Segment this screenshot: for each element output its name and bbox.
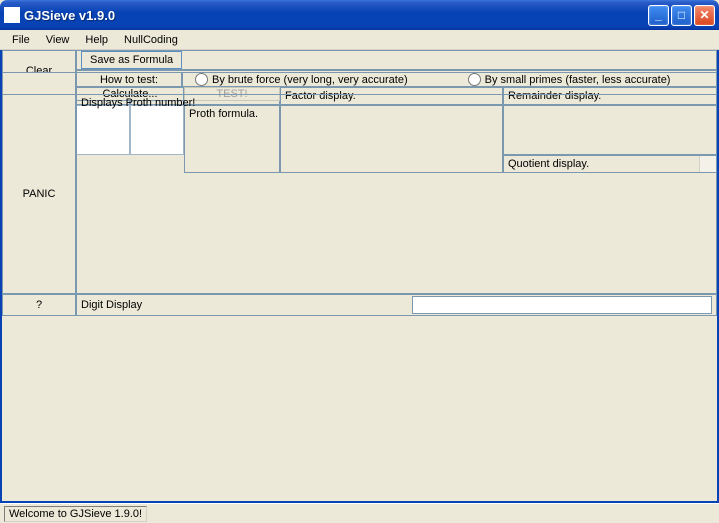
close-button[interactable]: ✕: [694, 5, 715, 26]
app-icon: [4, 7, 20, 23]
quotient-display-box: Quotient display.: [503, 155, 717, 173]
window-controls: _ □ ✕: [648, 5, 715, 26]
status-welcome: Welcome to GJSieve 1.9.0!: [4, 506, 147, 522]
maximize-button[interactable]: □: [671, 5, 692, 26]
menu-bar: File View Help NullCoding: [0, 30, 719, 50]
factor-display-box: [280, 105, 503, 173]
menu-file[interactable]: File: [4, 32, 38, 48]
title-bar: GJSieve v1.9.0 _ □ ✕: [0, 0, 719, 30]
menu-help[interactable]: Help: [77, 32, 116, 48]
client-area: Clear Save as Formula Running onIntel(R)…: [0, 50, 719, 503]
status-bar: Welcome to GJSieve 1.9.0!: [0, 503, 719, 523]
radio-primes-input[interactable]: [468, 73, 481, 86]
remainder-display-box: [503, 105, 717, 155]
panic-button[interactable]: PANIC: [2, 94, 76, 294]
how-to-test-label: How to test:: [76, 72, 182, 87]
minimize-button[interactable]: _: [648, 5, 669, 26]
radio-brute-force[interactable]: By brute force (very long, very accurate…: [195, 73, 408, 86]
menu-nullcoding[interactable]: NullCoding: [116, 32, 186, 48]
radio-small-primes[interactable]: By small primes (faster, less accurate): [468, 73, 671, 86]
help-button[interactable]: ?: [2, 294, 76, 316]
menu-view[interactable]: View: [38, 32, 78, 48]
window-title: GJSieve v1.9.0: [24, 8, 648, 23]
digit-display-area: Digit Display: [76, 294, 717, 316]
radio-brute-input[interactable]: [195, 73, 208, 86]
save-as-formula-button[interactable]: Save as Formula: [81, 51, 182, 69]
digit-display-input[interactable]: [412, 296, 712, 314]
